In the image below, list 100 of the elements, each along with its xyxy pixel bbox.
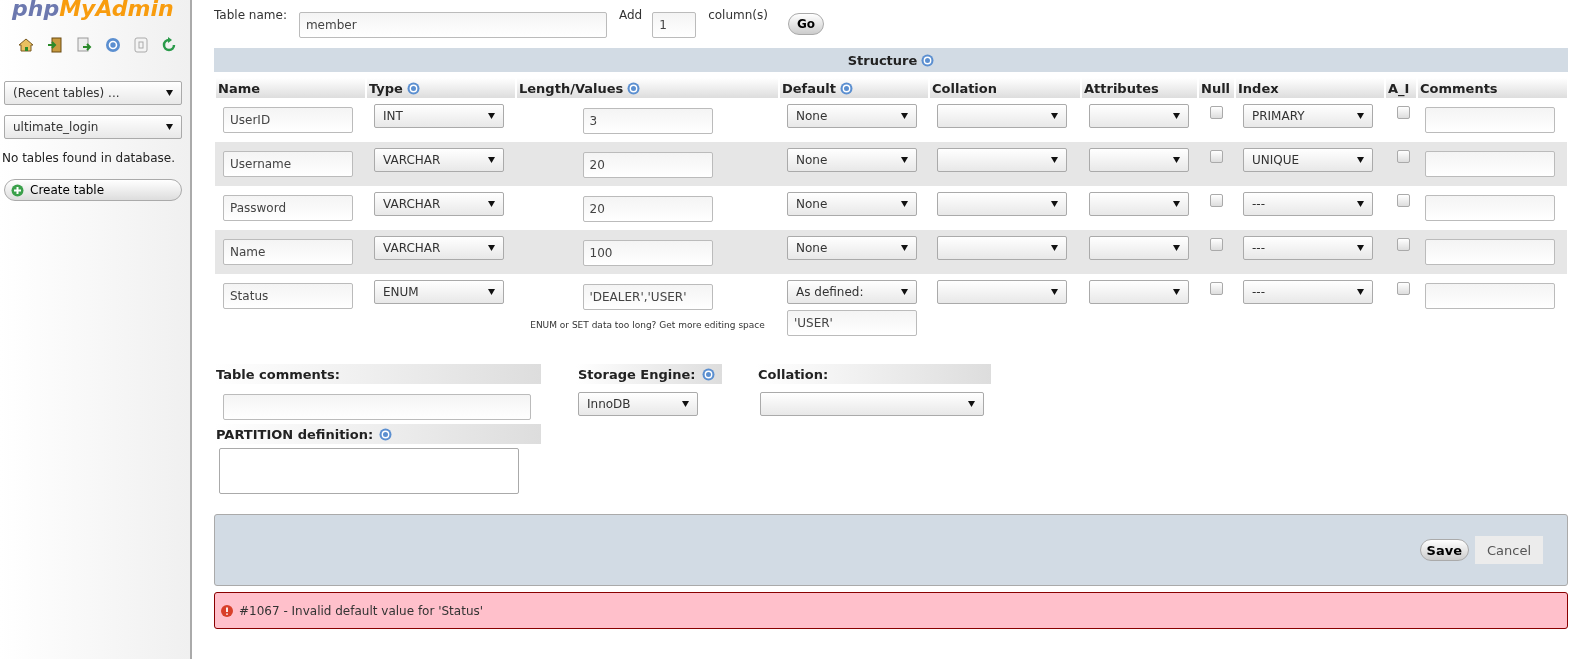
column-name-field[interactable]: Name — [223, 239, 353, 265]
type-dropdown[interactable]: VARCHAR — [374, 236, 504, 260]
column-header: Name — [215, 78, 366, 98]
length-field[interactable]: 'DEALER','USER' — [582, 284, 713, 310]
auto-increment-checkbox[interactable] — [1397, 238, 1410, 251]
length-field[interactable]: 3 — [582, 108, 713, 134]
collation-dropdown[interactable] — [937, 104, 1067, 128]
collation-dropdown[interactable] — [937, 192, 1067, 216]
default-value-field[interactable]: 'USER' — [787, 310, 917, 336]
collation-dropdown[interactable] — [937, 148, 1067, 172]
attributes-dropdown[interactable] — [1089, 192, 1189, 216]
help-icon[interactable] — [701, 367, 715, 381]
help-icon[interactable] — [105, 37, 121, 53]
null-checkbox[interactable] — [1210, 150, 1223, 163]
length-field[interactable]: 100 — [582, 240, 713, 266]
index-dropdown[interactable]: --- — [1243, 192, 1373, 216]
caret-icon — [1357, 113, 1364, 119]
default-dropdown[interactable]: None — [787, 236, 917, 260]
table-comments-field[interactable] — [223, 394, 531, 420]
caret-icon — [901, 201, 908, 207]
default-dropdown[interactable]: None — [787, 148, 917, 172]
index-dropdown[interactable]: --- — [1243, 236, 1373, 260]
collation-dropdown[interactable] — [937, 236, 1067, 260]
help-icon[interactable] — [627, 81, 641, 95]
table-name-field[interactable]: member — [298, 12, 607, 38]
help-icon[interactable] — [921, 53, 935, 67]
exit-door-icon[interactable] — [47, 37, 63, 53]
attributes-dropdown[interactable] — [1089, 280, 1189, 304]
default-dropdown[interactable]: None — [787, 192, 917, 216]
type-dropdown[interactable]: ENUM — [374, 280, 504, 304]
storage-engine-text: Storage Engine: — [578, 366, 696, 382]
home-icon[interactable] — [18, 37, 34, 53]
column-header: Type — [366, 78, 516, 98]
default-dropdown[interactable]: None — [787, 104, 917, 128]
comments-field[interactable] — [1425, 107, 1555, 133]
null-checkbox[interactable] — [1210, 282, 1223, 295]
attributes-dropdown[interactable] — [1089, 104, 1189, 128]
create-table-button[interactable]: Create table — [4, 179, 182, 201]
caret-icon — [488, 113, 495, 119]
plus-icon — [11, 183, 24, 197]
caret-icon — [488, 245, 495, 251]
caret-icon — [1357, 289, 1364, 295]
caret-icon — [901, 157, 908, 163]
length-field[interactable]: 20 — [582, 152, 713, 178]
auto-increment-checkbox[interactable] — [1397, 150, 1410, 163]
type-dropdown[interactable]: VARCHAR — [374, 192, 504, 216]
column-count-field[interactable]: 1 — [652, 12, 697, 38]
auto-increment-checkbox[interactable] — [1397, 194, 1410, 207]
column-header: Length/Values — [516, 78, 779, 98]
type-dropdown[interactable]: VARCHAR — [374, 148, 504, 172]
null-checkbox[interactable] — [1210, 194, 1223, 207]
comments-field[interactable] — [1425, 151, 1555, 177]
partition-text: PARTITION definition: — [216, 426, 374, 442]
column-name-field[interactable]: Status — [223, 283, 353, 309]
go-button[interactable]: Go — [787, 13, 825, 35]
caret-icon — [901, 289, 908, 295]
caret-icon — [901, 113, 908, 119]
help-icon[interactable] — [839, 81, 853, 95]
comments-field[interactable] — [1425, 283, 1555, 309]
null-checkbox[interactable] — [1210, 238, 1223, 251]
null-checkbox[interactable] — [1210, 106, 1223, 119]
index-dropdown[interactable]: UNIQUE — [1243, 148, 1373, 172]
table-collation-dropdown[interactable] — [760, 392, 984, 416]
storage-engine-dropdown[interactable]: InnoDB — [578, 392, 698, 416]
attributes-dropdown[interactable] — [1089, 148, 1189, 172]
caret-icon — [1357, 201, 1364, 207]
caret-icon — [1051, 245, 1058, 251]
table-name-label: Table name: — [214, 8, 287, 22]
auto-increment-checkbox[interactable] — [1397, 106, 1410, 119]
collation-dropdown[interactable] — [937, 280, 1067, 304]
reload-icon[interactable] — [161, 37, 177, 53]
column-header: Collation — [929, 78, 1081, 98]
default-dropdown[interactable]: As defined: — [787, 280, 917, 304]
comments-field[interactable] — [1425, 239, 1555, 265]
column-header: Attributes — [1081, 78, 1198, 98]
column-header: Index — [1235, 78, 1385, 98]
comments-field[interactable] — [1425, 195, 1555, 221]
index-dropdown[interactable]: PRIMARY — [1243, 104, 1373, 128]
recent-tables-dropdown[interactable]: (Recent tables) ... — [4, 81, 182, 105]
editing-space-link[interactable]: ENUM or SET data too long? Get more editing space — [527, 320, 768, 332]
caret-icon — [1173, 157, 1180, 163]
caret-icon — [488, 201, 495, 207]
help-icon[interactable] — [379, 427, 393, 441]
auto-increment-checkbox[interactable] — [1397, 282, 1410, 295]
save-button[interactable]: Save — [1419, 539, 1469, 561]
partition-textarea[interactable] — [219, 448, 519, 494]
caret-icon — [1173, 201, 1180, 207]
cancel-button[interactable]: Cancel — [1474, 536, 1543, 564]
attributes-dropdown[interactable] — [1089, 236, 1189, 260]
column-name-field[interactable]: Password — [223, 195, 353, 221]
length-field[interactable]: 20 — [582, 196, 713, 222]
app-logo[interactable]: phpMyAdmin — [0, 0, 190, 21]
column-name-field[interactable]: Username — [223, 151, 353, 177]
structure-title: Structure — [847, 52, 918, 68]
type-dropdown[interactable]: INT — [374, 104, 504, 128]
column-name-field[interactable]: UserID — [223, 107, 353, 133]
help-icon[interactable] — [406, 81, 420, 95]
index-dropdown[interactable]: --- — [1243, 280, 1373, 304]
database-dropdown[interactable]: ultimate_login — [4, 115, 182, 139]
document-icon[interactable] — [134, 37, 148, 53]
